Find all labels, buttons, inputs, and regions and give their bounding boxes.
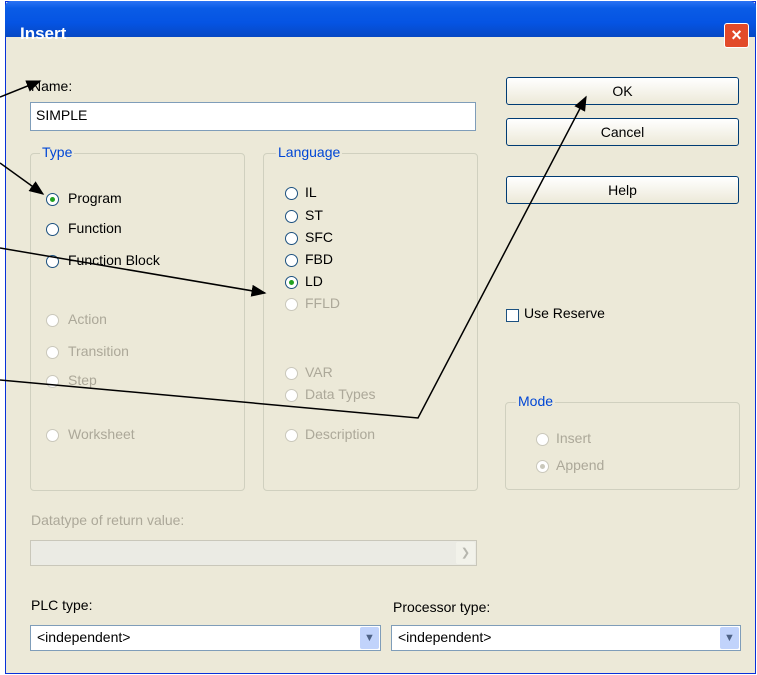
mode-group-label: Mode	[516, 393, 556, 409]
radio-type-transition[interactable]	[46, 346, 59, 359]
plc-type-value: <independent>	[37, 629, 131, 645]
radio-lang-var[interactable]	[285, 367, 298, 380]
radio-label: FBD	[305, 251, 333, 267]
radio-label: ST	[305, 207, 323, 223]
chevron-down-icon[interactable]: ▼	[720, 627, 739, 649]
return-type-label: Datatype of return value:	[31, 512, 185, 528]
radio-type-worksheet[interactable]	[46, 429, 59, 442]
radio-lang-ffld[interactable]	[285, 298, 298, 311]
radio-type-action[interactable]	[46, 314, 59, 327]
radio-lang-data-types[interactable]	[285, 389, 298, 402]
close-icon[interactable]: ×	[724, 23, 749, 48]
language-group-label: Language	[276, 144, 343, 160]
radio-mode-append[interactable]	[536, 460, 549, 473]
title-bar[interactable]	[5, 1, 756, 37]
processor-type-label: Processor type:	[393, 599, 491, 615]
processor-type-value: <independent>	[398, 629, 492, 645]
radio-type-function-block[interactable]	[46, 255, 59, 268]
radio-label: IL	[305, 184, 317, 200]
type-group-label: Type	[40, 144, 75, 160]
radio-label: Insert	[556, 430, 592, 446]
radio-label: Data Types	[305, 386, 376, 402]
plc-type-label: PLC type:	[31, 597, 93, 613]
use-reserve-checkbox[interactable]	[506, 309, 519, 322]
radio-lang-il[interactable]	[285, 187, 298, 200]
chevron-down-icon[interactable]: ❯	[456, 542, 475, 564]
radio-label: Worksheet	[68, 426, 135, 442]
name-input[interactable]: SIMPLE	[30, 102, 476, 131]
chevron-down-icon[interactable]: ▼	[360, 627, 379, 649]
cancel-button[interactable]: Cancel	[506, 118, 739, 146]
radio-label: Transition	[68, 343, 129, 359]
radio-label: SFC	[305, 229, 333, 245]
mode-group	[505, 402, 740, 490]
dialog-title: Insert	[20, 24, 67, 43]
return-type-select[interactable]: ❯	[30, 540, 477, 566]
radio-label: Function Block	[68, 252, 160, 268]
processor-type-select[interactable]: <independent> ▼	[391, 625, 741, 651]
radio-type-program[interactable]	[46, 193, 59, 206]
radio-label: Step	[68, 372, 97, 388]
radio-label: FFLD	[305, 295, 340, 311]
radio-lang-st[interactable]	[285, 210, 298, 223]
radio-label: Action	[68, 311, 107, 327]
type-group	[30, 153, 245, 491]
radio-type-step[interactable]	[46, 375, 59, 388]
use-reserve-label: Use Reserve	[524, 305, 605, 321]
radio-label: Description	[305, 426, 376, 442]
radio-lang-description[interactable]	[285, 429, 298, 442]
radio-lang-fbd[interactable]	[285, 254, 298, 267]
radio-label: VAR	[305, 364, 333, 380]
plc-type-select[interactable]: <independent> ▼	[30, 625, 381, 651]
name-label: Name:	[31, 78, 73, 94]
radio-mode-insert[interactable]	[536, 433, 549, 446]
radio-label: LD	[305, 273, 323, 289]
radio-lang-ld[interactable]	[285, 276, 298, 289]
radio-label: Function	[68, 220, 122, 236]
ok-button[interactable]: OK	[506, 77, 739, 105]
radio-label: Append	[556, 457, 605, 473]
radio-type-function[interactable]	[46, 223, 59, 236]
radio-lang-sfc[interactable]	[285, 232, 298, 245]
radio-label: Program	[68, 190, 122, 206]
help-button[interactable]: Help	[506, 176, 739, 204]
